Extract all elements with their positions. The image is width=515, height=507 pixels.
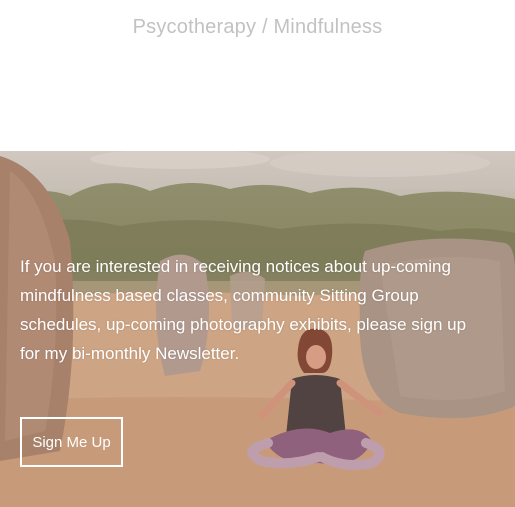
sign-me-up-button[interactable]: Sign Me Up: [20, 417, 123, 467]
site-subtitle: Psycotherapy / Mindfulness: [132, 16, 383, 38]
site-title-fragment: [0, 0, 515, 4]
newsletter-description: If you are interested in receiving notic…: [20, 257, 467, 363]
site-header: Psycotherapy / Mindfulness: [0, 0, 515, 151]
newsletter-hero: If you are interested in receiving notic…: [0, 151, 515, 507]
